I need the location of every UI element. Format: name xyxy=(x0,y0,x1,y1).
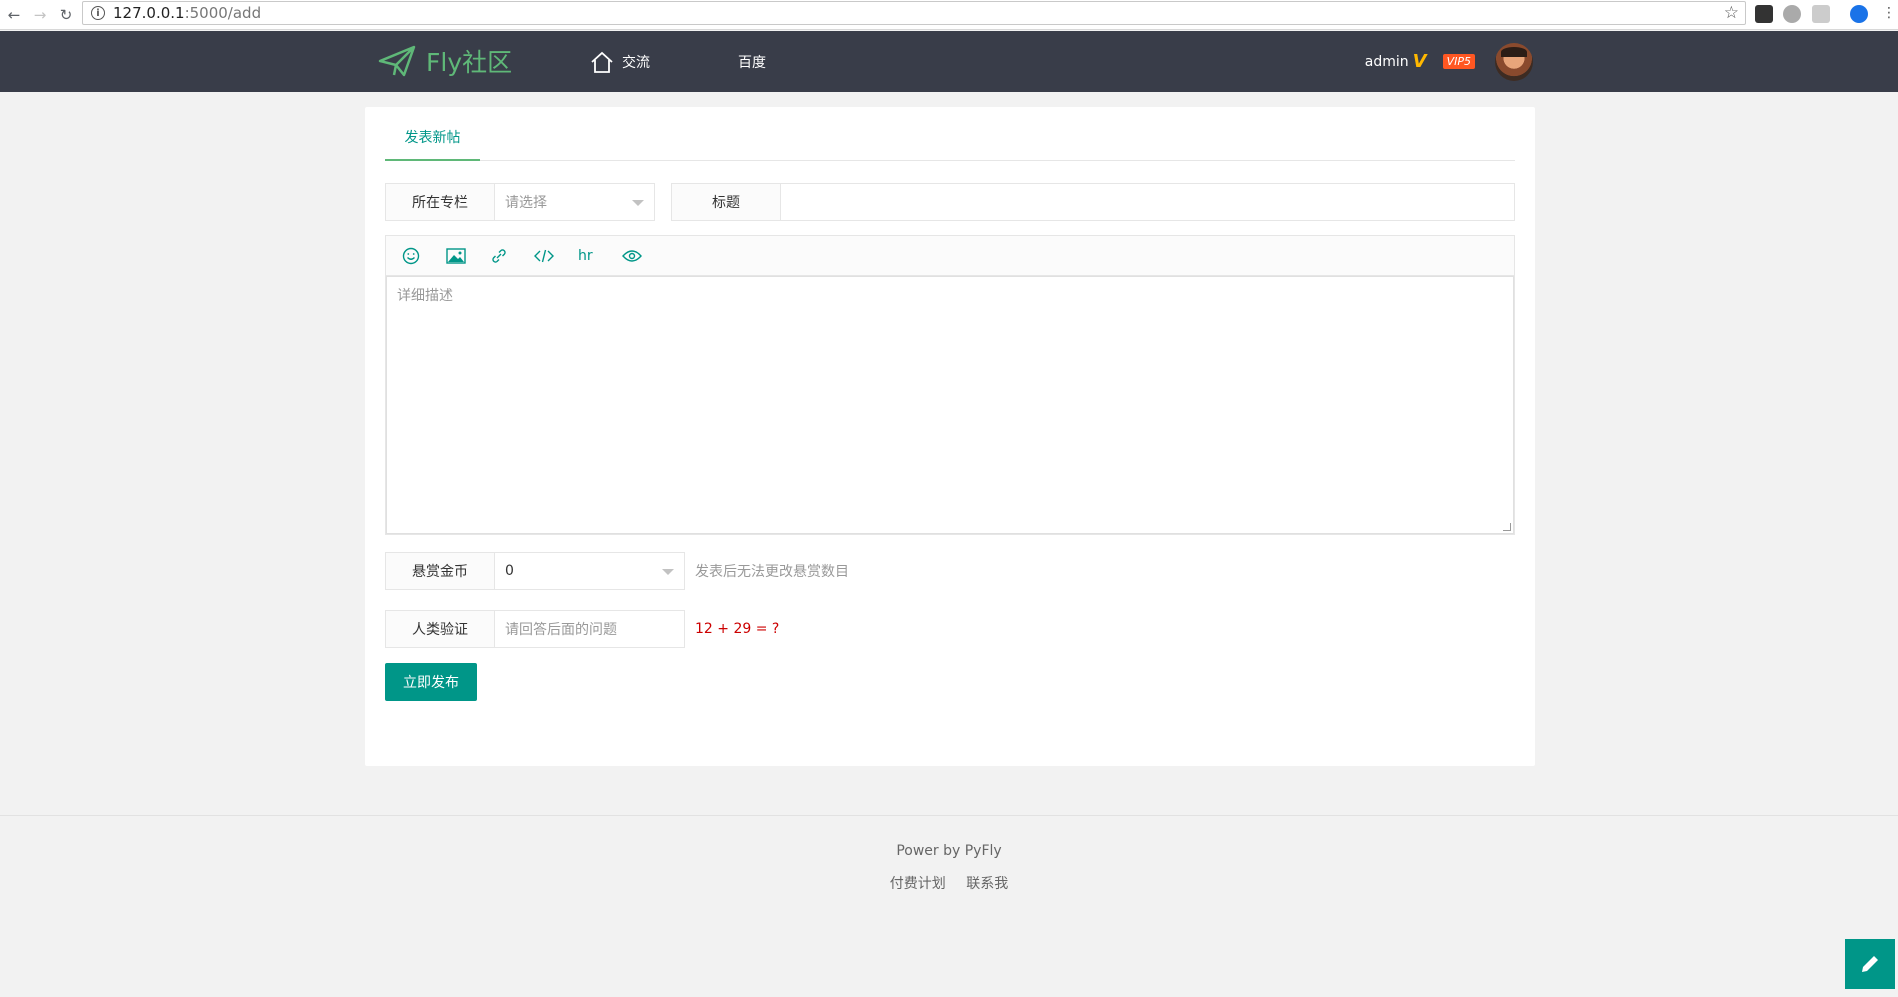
preview-icon[interactable] xyxy=(622,241,666,271)
footer-power[interactable]: Power by PyFly xyxy=(0,843,1898,859)
chevron-down-icon xyxy=(632,200,644,206)
reward-select[interactable]: 0 xyxy=(495,552,685,590)
extension-icon-2[interactable] xyxy=(1783,5,1801,23)
address-bar[interactable]: i 127.0.0.1:5000/add ☆ xyxy=(82,1,1746,25)
info-icon[interactable]: i xyxy=(91,6,105,20)
url-path: :5000/add xyxy=(184,4,262,22)
new-post-fab[interactable] xyxy=(1845,939,1895,989)
tab-bar: 发表新帖 xyxy=(385,121,1515,161)
title-label: 标题 xyxy=(671,183,781,221)
extension-icon-3[interactable] xyxy=(1812,5,1830,23)
url-host: 127.0.0.1 xyxy=(113,4,185,22)
verified-mark: V xyxy=(1412,51,1427,72)
pencil-icon xyxy=(1862,956,1878,972)
reward-hint: 发表后无法更改悬赏数目 xyxy=(695,564,849,580)
captcha-label: 人类验证 xyxy=(385,610,495,648)
reward-label: 悬赏金币 xyxy=(385,552,495,590)
extension-icon-1[interactable] xyxy=(1755,5,1773,23)
footer-link-paid-plan[interactable]: 付费计划 xyxy=(890,876,946,892)
reward-value: 0 xyxy=(505,563,514,579)
content-textarea[interactable]: 详细描述 xyxy=(386,276,1514,534)
home-icon xyxy=(591,51,613,73)
content-editor: hr 详细描述 xyxy=(385,235,1515,535)
hr-tool[interactable]: hr xyxy=(578,241,622,271)
logo-text: Fly社区 xyxy=(426,48,513,77)
site-header: Fly社区 交流 百度 admin V VIP5 xyxy=(0,31,1898,92)
avatar[interactable] xyxy=(1495,42,1533,81)
column-placeholder: 请选择 xyxy=(505,195,547,211)
link-icon[interactable] xyxy=(490,241,534,271)
captcha-question: 12 + 29 = ? xyxy=(695,621,780,637)
title-row: 标题 xyxy=(671,183,1515,221)
footer-links: 付费计划 联系我 xyxy=(0,873,1898,893)
nav-item-exchange[interactable]: 交流 xyxy=(590,31,650,92)
content-placeholder: 详细描述 xyxy=(397,288,453,304)
column-row: 所在专栏 请选择 xyxy=(385,183,655,221)
nav-item-baidu[interactable]: 百度 xyxy=(738,31,766,92)
tab-new-post[interactable]: 发表新帖 xyxy=(385,121,480,161)
chevron-down-icon xyxy=(662,569,674,575)
image-icon[interactable] xyxy=(446,241,490,271)
site-logo[interactable]: Fly社区 xyxy=(378,43,512,79)
footer-link-contact[interactable]: 联系我 xyxy=(966,876,1008,892)
editor-toolbar: hr xyxy=(386,236,1514,276)
forward-icon[interactable]: → xyxy=(28,3,52,27)
user-menu[interactable]: admin V VIP5 xyxy=(1365,31,1533,92)
bookmark-star-icon[interactable]: ☆ xyxy=(1724,3,1739,23)
captcha-row: 人类验证 请回答后面的问题 12 + 29 = ? xyxy=(385,610,779,648)
nav-label: 百度 xyxy=(738,54,766,71)
post-form-panel: 发表新帖 所在专栏 请选择 标题 hr 详细描述 悬赏金币 0 发表后无法更改悬… xyxy=(365,107,1535,766)
back-icon[interactable]: ← xyxy=(2,3,26,27)
captcha-placeholder: 请回答后面的问题 xyxy=(505,622,617,638)
user-name[interactable]: admin xyxy=(1365,54,1409,70)
nav-label: 交流 xyxy=(622,54,650,71)
title-input[interactable] xyxy=(781,183,1515,221)
footer-divider xyxy=(0,815,1898,816)
reload-icon[interactable]: ↻ xyxy=(54,3,78,27)
captcha-input[interactable]: 请回答后面的问题 xyxy=(495,610,685,648)
vip-badge: VIP5 xyxy=(1442,54,1475,69)
emoji-icon[interactable] xyxy=(402,241,446,271)
submit-button[interactable]: 立即发布 xyxy=(385,663,477,701)
code-icon[interactable] xyxy=(534,241,578,271)
browser-menu-icon[interactable]: ⋮ xyxy=(1882,5,1896,23)
extension-icon-4[interactable] xyxy=(1850,5,1868,23)
column-select[interactable]: 请选择 xyxy=(495,183,655,221)
resize-handle[interactable] xyxy=(1503,523,1511,531)
paper-plane-icon xyxy=(378,45,416,77)
browser-toolbar: ← → ↻ i 127.0.0.1:5000/add ☆ ⋮ xyxy=(0,0,1898,30)
column-label: 所在专栏 xyxy=(385,183,495,221)
reward-row: 悬赏金币 0 发表后无法更改悬赏数目 xyxy=(385,552,849,590)
